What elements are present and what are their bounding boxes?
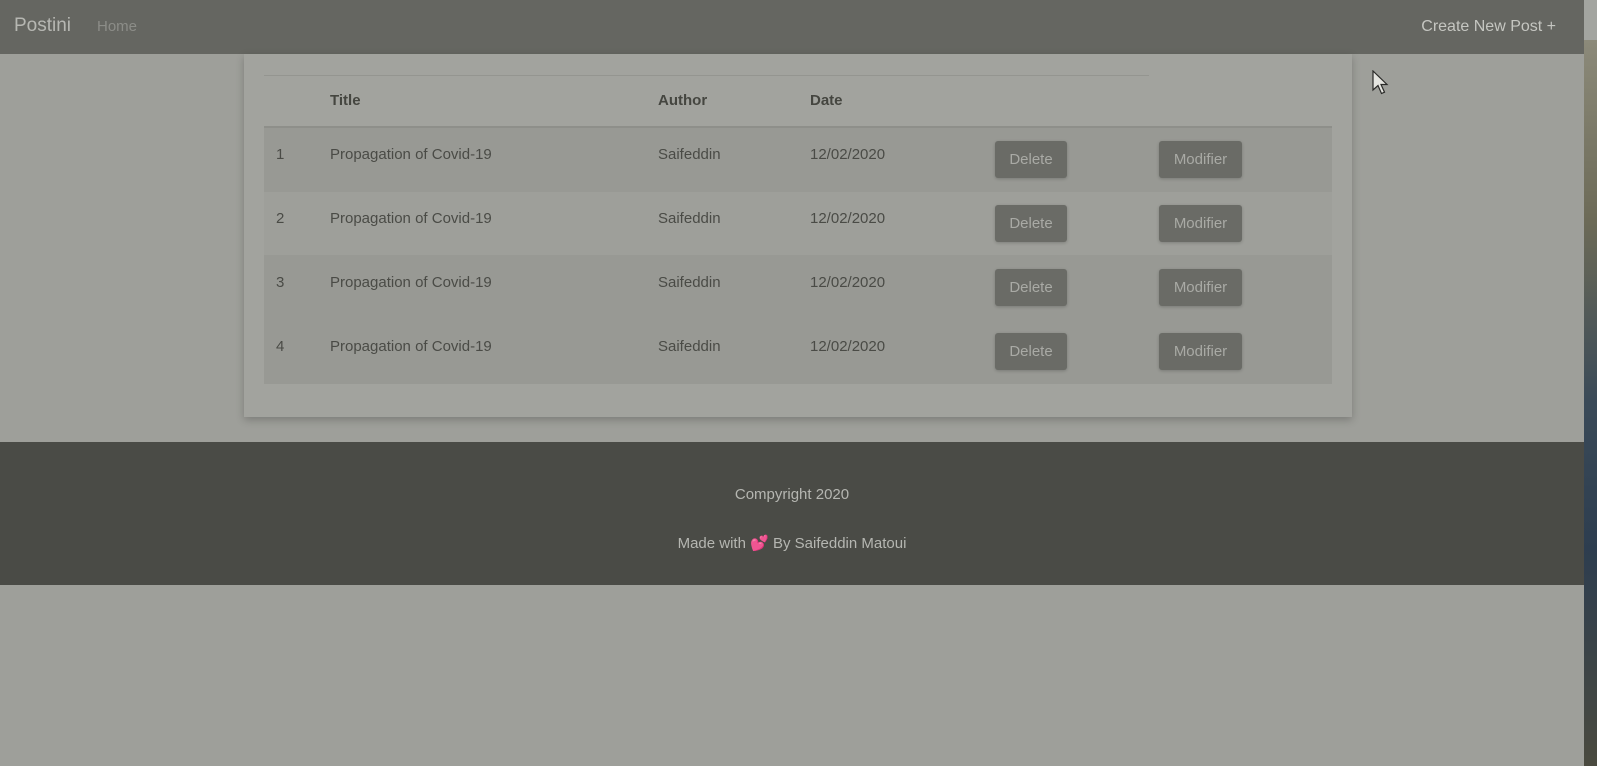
- delete-button[interactable]: Delete: [995, 333, 1067, 370]
- row-title: Propagation of Covid-19: [330, 146, 492, 163]
- row-date: 12/02/2020: [810, 338, 886, 355]
- row-date: 12/02/2020: [810, 210, 886, 227]
- made-with-line: Made with 💕 By Saifeddin Matoui: [0, 534, 1584, 552]
- header-date: Date: [810, 92, 843, 109]
- table-row: 3 Propagation of Covid-19 Saifeddin 12/0…: [264, 256, 1332, 320]
- modify-button[interactable]: Modifier: [1159, 205, 1242, 242]
- footer: Compyright 2020 Made with 💕 By Saifeddin…: [0, 442, 1584, 585]
- brand-logo[interactable]: Postini: [14, 15, 71, 37]
- delete-button[interactable]: Delete: [995, 205, 1067, 242]
- row-title: Propagation of Covid-19: [330, 210, 492, 227]
- modify-button[interactable]: Modifier: [1159, 141, 1242, 178]
- header-author: Author: [658, 92, 708, 109]
- modify-button[interactable]: Modifier: [1159, 269, 1242, 306]
- row-number: 4: [276, 338, 285, 355]
- heart-icon: 💕: [750, 535, 769, 552]
- row-author: Saifeddin: [658, 274, 721, 291]
- made-with-prefix: Made with: [677, 535, 746, 552]
- modify-button[interactable]: Modifier: [1159, 333, 1242, 370]
- table-row: 1 Propagation of Covid-19 Saifeddin 12/0…: [264, 128, 1332, 192]
- row-date: 12/02/2020: [810, 146, 886, 163]
- row-title: Propagation of Covid-19: [330, 274, 492, 291]
- copyright-text: Compyright 2020: [734, 486, 850, 503]
- row-title: Propagation of Covid-19: [330, 338, 492, 355]
- row-number: 3: [276, 274, 285, 291]
- table-row: 4 Propagation of Covid-19 Saifeddin 12/0…: [264, 320, 1332, 384]
- table-header: Title Author Date: [264, 76, 1332, 128]
- posts-card: Title Author Date 1 Propagation of Covid…: [244, 54, 1352, 417]
- row-author: Saifeddin: [658, 210, 721, 227]
- desktop-wallpaper: [1584, 40, 1597, 766]
- nav-home-link[interactable]: Home: [97, 18, 137, 35]
- row-number: 1: [276, 146, 285, 163]
- mouse-cursor-icon: [1372, 70, 1389, 95]
- header-title: Title: [330, 92, 361, 109]
- table-row: 2 Propagation of Covid-19 Saifeddin 12/0…: [264, 192, 1332, 256]
- background-desktop-strip: [1584, 0, 1597, 766]
- row-author: Saifeddin: [658, 338, 721, 355]
- delete-button[interactable]: Delete: [995, 269, 1067, 306]
- row-date: 12/02/2020: [810, 274, 886, 291]
- row-number: 2: [276, 210, 285, 227]
- create-new-post-link[interactable]: Create New Post +: [1421, 18, 1556, 36]
- navbar: Postini Home Create New Post +: [0, 0, 1584, 54]
- made-with-author: By Saifeddin Matoui: [772, 535, 907, 552]
- row-author: Saifeddin: [658, 146, 721, 163]
- delete-button[interactable]: Delete: [995, 141, 1067, 178]
